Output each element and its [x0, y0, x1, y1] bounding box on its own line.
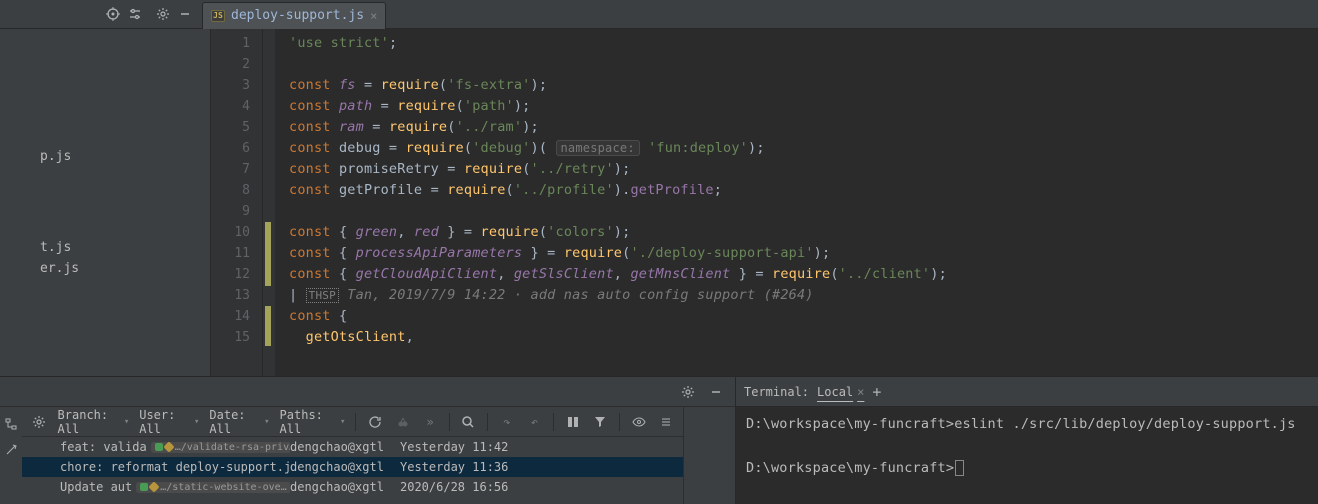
commit-row[interactable]: chore: reformat deploy-support.jsdengcha…	[22, 457, 683, 477]
redo-icon[interactable]: ↷	[498, 411, 516, 433]
commit-row[interactable]: feat: valida…/validate-rsa-priv…dengchao…	[22, 437, 683, 457]
main-area: p.js t.js er.js 123456789101112131415 'u…	[0, 29, 1318, 376]
terminal-title: Terminal:	[744, 385, 809, 399]
minimize-icon[interactable]	[174, 3, 196, 25]
settings-slider-icon[interactable]	[124, 3, 146, 25]
gutter-marks	[263, 29, 275, 376]
branch-filter[interactable]: Branch: All	[58, 408, 130, 436]
refresh-icon[interactable]	[366, 411, 384, 433]
bottom-panels: Branch: All User: All Date: All Paths: A…	[0, 376, 1318, 504]
project-sidebar[interactable]: p.js t.js er.js	[0, 29, 211, 376]
undo-icon[interactable]: ↶	[526, 411, 544, 433]
terminal-panel: Terminal: Local× + D:\workspace\my-funcr…	[736, 377, 1318, 504]
sidebar-file[interactable]: t.js	[0, 237, 210, 258]
gear-icon[interactable]	[152, 3, 174, 25]
user-filter[interactable]: User: All	[139, 408, 199, 436]
date-filter[interactable]: Date: All	[209, 408, 269, 436]
tool-icon[interactable]	[0, 439, 22, 461]
code-editor[interactable]: 'use strict'; const fs = require('fs-ext…	[275, 29, 1318, 376]
sidebar-file[interactable]: er.js	[0, 258, 210, 279]
change-marker	[265, 222, 271, 286]
terminal-output[interactable]: D:\workspace\my-funcraft>eslint ./src/li…	[736, 407, 1318, 504]
filter-icon[interactable]	[591, 411, 609, 433]
top-toolbar: JS deploy-support.js ×	[0, 0, 1318, 29]
vcs-header	[0, 377, 735, 407]
gutter-line-numbers: 123456789101112131415	[211, 29, 263, 376]
js-file-icon: JS	[211, 10, 225, 22]
commit-row[interactable]: Update aut…/static-website-ove…dengchao@…	[22, 477, 683, 497]
close-icon[interactable]: ×	[370, 9, 377, 23]
minimize-icon[interactable]	[705, 381, 727, 403]
editor-tab[interactable]: JS deploy-support.js ×	[202, 2, 386, 29]
change-marker	[265, 306, 271, 346]
add-terminal-icon[interactable]: +	[872, 383, 881, 401]
terminal-tabs: Terminal: Local× +	[736, 377, 1318, 407]
cherry-pick-icon[interactable]	[394, 411, 412, 433]
vcs-side-toolbar	[0, 407, 22, 504]
tree-icon[interactable]	[0, 413, 22, 435]
sidebar-file[interactable]: p.js	[0, 146, 210, 167]
list-icon[interactable]	[657, 411, 675, 433]
target-icon[interactable]	[102, 3, 124, 25]
intellij-icon[interactable]	[564, 411, 582, 433]
terminal-tab[interactable]: Local×	[817, 385, 864, 399]
close-icon[interactable]: ×	[857, 385, 864, 399]
editor-tab-bar: JS deploy-support.js ×	[202, 0, 1314, 29]
vcs-detail-pane	[683, 407, 735, 504]
vcs-log-panel: Branch: All User: All Date: All Paths: A…	[0, 377, 736, 504]
editor-tab-label: deploy-support.js	[231, 8, 364, 23]
paths-filter[interactable]: Paths: All	[280, 408, 346, 436]
eye-icon[interactable]	[630, 411, 648, 433]
search-icon[interactable]	[460, 411, 478, 433]
gear-icon[interactable]	[677, 381, 699, 403]
vcs-filter-bar: Branch: All User: All Date: All Paths: A…	[22, 407, 683, 437]
commit-list[interactable]: feat: valida…/validate-rsa-priv…dengchao…	[22, 437, 683, 504]
goto-icon[interactable]: »	[421, 411, 439, 433]
gear-icon[interactable]	[30, 411, 48, 433]
